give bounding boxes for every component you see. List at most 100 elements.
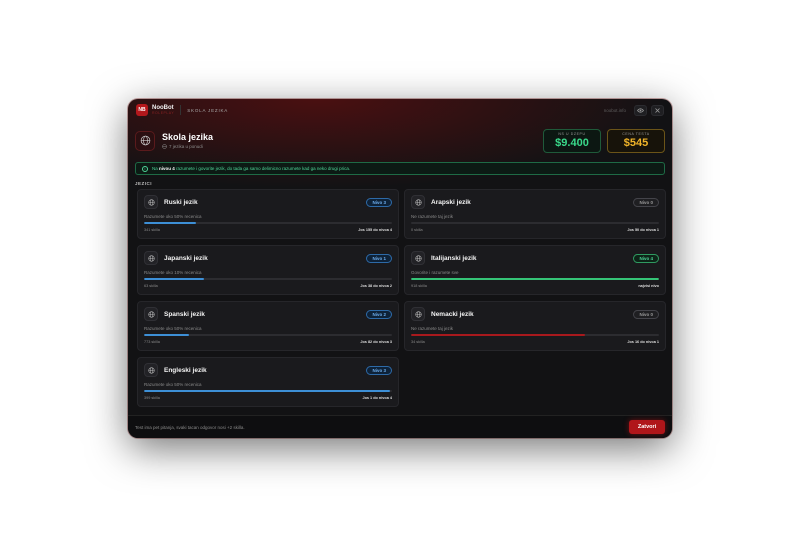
card-footer: 399 skilla Jos 1 do nivoa 4 xyxy=(144,396,392,400)
brand: NooBot ROLEPLAY xyxy=(152,105,174,116)
language-name: Arapski jezik xyxy=(431,198,471,206)
price-label: CENA TESTA xyxy=(622,132,650,136)
skills-count: 63 skilla xyxy=(144,284,158,288)
language-description: Razumete oko 50% recenica xyxy=(144,214,202,219)
language-school-window: NB NooBot ROLEPLAY SKOLA JEZIKA noobot.i… xyxy=(128,99,672,438)
language-card[interactable]: Spanski jezik Nivo 2 Razumete oko 50% rece… xyxy=(137,301,399,351)
progress-fill xyxy=(144,334,189,336)
footer: Test ima pet pitanja, svaki tacan odgovo… xyxy=(128,415,672,438)
progress-bar xyxy=(144,334,392,336)
card-header: Italijanski jezik Nivo 4 xyxy=(411,251,659,265)
level-badge: Nivo 1 xyxy=(366,253,392,263)
close-window-button[interactable] xyxy=(651,104,664,116)
language-card[interactable]: Italijanski jezik Nivo 4 Govorite i razume… xyxy=(404,245,666,295)
skills-count: 918 skilla xyxy=(411,284,427,288)
top-bar: NB NooBot ROLEPLAY SKOLA JEZIKA noobot.i… xyxy=(128,99,672,121)
language-name: Engleski jezik xyxy=(164,366,207,374)
card-icon-box xyxy=(144,251,158,265)
card-header: Arapski jezik Nivo 0 xyxy=(411,195,659,209)
skills-count: 773 skilla xyxy=(144,340,160,344)
progress-bar xyxy=(144,278,392,280)
card-icon-box xyxy=(411,307,425,321)
skills-count: 0 skilla xyxy=(411,228,423,232)
language-description: Razumete oko 50% recenica xyxy=(144,326,202,331)
brand-separator xyxy=(180,105,182,115)
page-subtitle: 7 jezika u ponudi xyxy=(162,144,213,149)
next-level-text: Jos 155 do nivoa 4 xyxy=(358,228,392,232)
card-icon-box xyxy=(411,195,425,209)
level-badge: Nivo 3 xyxy=(366,197,392,207)
progress-fill xyxy=(144,222,197,224)
stats: NS U DZEPU $9.400 CENA TESTA $545 xyxy=(543,128,665,153)
header-text: Skola jezika 7 jezika u ponudi xyxy=(162,132,213,149)
progress-fill xyxy=(144,278,204,280)
money-value: $9.400 xyxy=(555,137,589,149)
info-banner: i Na nivou 4 razumete i govorite jezik, … xyxy=(135,162,665,175)
card-footer: 34 skilla Jos 16 do nivoa 1 xyxy=(411,340,659,344)
card-icon-box xyxy=(144,363,158,377)
info-icon: i xyxy=(142,165,148,172)
language-name: Spanski jezik xyxy=(164,310,205,318)
card-icon-box xyxy=(144,307,158,321)
language-description: Ne razumete taj jezik xyxy=(411,214,454,219)
language-name: Italijanski jezik xyxy=(431,254,477,262)
card-header: Japanski jezik Nivo 1 xyxy=(144,251,392,265)
progress-bar xyxy=(411,222,659,224)
next-level-text: Jos 16 do nivoa 1 xyxy=(627,340,659,344)
language-card[interactable]: Engleski jezik Nivo 3 Razumete oko 50% rec… xyxy=(137,357,399,407)
language-name: Ruski jezik xyxy=(164,198,198,206)
level-badge: Nivo 3 xyxy=(366,365,392,375)
card-footer: 0 skilla Jos 50 do nivoa 1 xyxy=(411,228,659,232)
globe-icon xyxy=(147,254,155,262)
money-label: NS U DZEPU xyxy=(558,132,586,136)
card-header: Engleski jezik Nivo 3 xyxy=(144,363,392,377)
card-footer: 341 skilla Jos 155 do nivoa 4 xyxy=(144,228,392,232)
next-level-text: Jos 38 do nivoa 2 xyxy=(360,284,392,288)
globe-small-icon xyxy=(162,144,167,149)
globe-icon xyxy=(414,310,422,318)
next-level-text: Jos 50 do nivoa 1 xyxy=(627,228,659,232)
level-badge: Nivo 2 xyxy=(366,309,392,319)
language-card[interactable]: Nemacki jezik Nivo 0 Ne razumete taj jezik… xyxy=(404,301,666,351)
subtitle-text: 7 jezika u ponudi xyxy=(169,144,203,149)
card-footer: 773 skilla Jos 82 do nivoa 3 xyxy=(144,340,392,344)
level-badge: Nivo 4 xyxy=(633,253,659,263)
language-description: Ne razumete taj jezik xyxy=(411,326,454,331)
site-link[interactable]: noobot.info xyxy=(604,108,626,113)
card-header: Ruski jezik Nivo 3 xyxy=(144,195,392,209)
info-text: Na nivou 4 razumete i govorite jezik, do… xyxy=(152,166,351,171)
level-badge: Nivo 0 xyxy=(633,197,659,207)
language-card[interactable]: Arapski jezik Nivo 0 Ne razumete taj jezik… xyxy=(404,189,666,239)
section-title: SKOLA JEZIKA xyxy=(187,107,229,113)
language-card[interactable]: Ruski jezik Nivo 3 Razumete oko 50% receni… xyxy=(137,189,399,239)
money-stat: NS U DZEPU $9.400 xyxy=(543,128,601,153)
brand-subtitle: ROLEPLAY xyxy=(152,110,175,115)
progress-fill xyxy=(411,278,659,280)
card-footer: 918 skilla najvisi nivo xyxy=(411,284,659,288)
next-level-text: Jos 82 do nivoa 3 xyxy=(360,340,392,344)
progress-fill xyxy=(411,334,585,336)
skills-count: 341 skilla xyxy=(144,228,160,232)
page-header: Skola jezika 7 jezika u ponudi NS U DZEP… xyxy=(135,127,665,154)
card-header: Spanski jezik Nivo 2 xyxy=(144,307,392,321)
language-card[interactable]: Japanski jezik Nivo 1 Razumete oko 10% rec… xyxy=(137,245,399,295)
close-icon xyxy=(655,107,660,113)
card-footer: 63 skilla Jos 38 do nivoa 2 xyxy=(144,284,392,288)
next-level-text: najvisi nivo xyxy=(638,284,659,288)
brand-name: NooBot xyxy=(152,104,174,111)
progress-bar xyxy=(144,222,392,224)
level-badge: Nivo 0 xyxy=(633,309,659,319)
globe-icon xyxy=(147,366,155,374)
close-button[interactable]: Zatvori xyxy=(629,420,665,434)
language-description: Govorite i razumete sve xyxy=(411,270,459,275)
view-button[interactable] xyxy=(634,104,647,116)
globe-icon xyxy=(140,135,150,146)
card-icon-box xyxy=(411,251,425,265)
globe-icon xyxy=(414,198,422,206)
price-stat: CENA TESTA $545 xyxy=(607,128,665,153)
brand-logo: NB xyxy=(136,104,148,116)
card-header: Nemacki jezik Nivo 0 xyxy=(411,307,659,321)
skills-count: 399 skilla xyxy=(144,396,160,400)
card-icon-box xyxy=(144,195,158,209)
languages-grid: Ruski jezik Nivo 3 Razumete oko 50% receni… xyxy=(137,189,666,407)
